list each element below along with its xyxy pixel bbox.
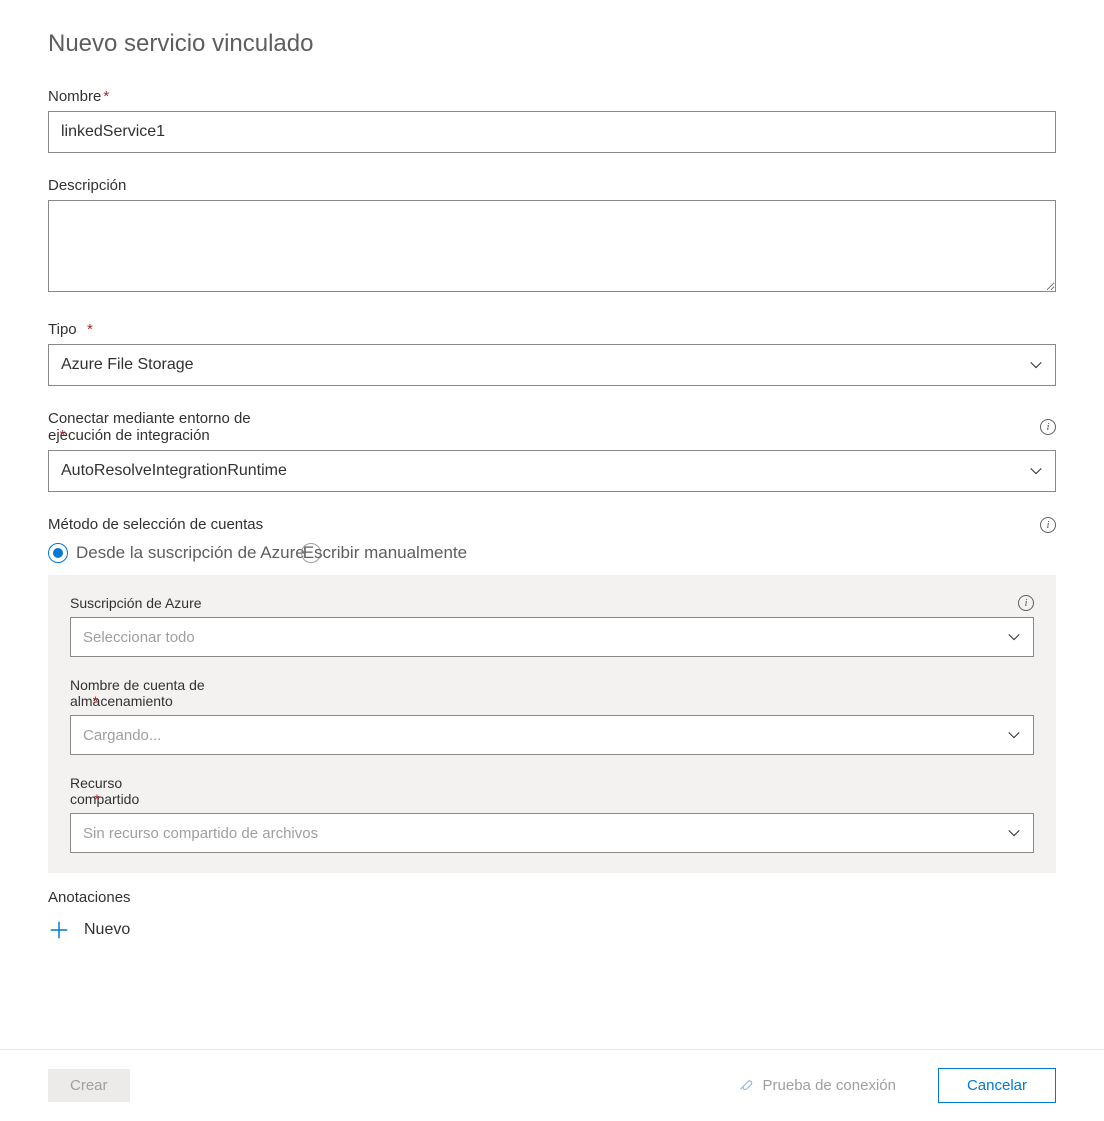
storage-account-field: Nombre de cuenta de almacenamiento* Carg… [70, 677, 1034, 755]
info-icon[interactable]: i [1040, 517, 1056, 533]
add-annotation-label: Nuevo [84, 921, 130, 939]
annotations-field: Anotaciones Nuevo [48, 889, 1056, 941]
info-icon[interactable]: i [1040, 419, 1056, 435]
radio-from-subscription-label: Desde la suscripción de Azure [76, 543, 305, 563]
description-input[interactable] [48, 200, 1056, 292]
name-label: Nombre* [48, 88, 109, 105]
chevron-down-icon [1007, 630, 1021, 644]
ir-select[interactable]: AutoResolveIntegrationRuntime [48, 450, 1056, 492]
cancel-button[interactable]: Cancelar [938, 1068, 1056, 1103]
plug-icon [737, 1077, 755, 1095]
chevron-down-icon [1007, 826, 1021, 840]
ir-label: Conectar mediante entorno de ejecución d… [48, 410, 272, 444]
subscription-field: Suscripción de Azure i Seleccionar todo [70, 595, 1034, 657]
file-share-field: Recurso compartido* Sin recurso comparti… [70, 775, 1034, 853]
annotations-label: Anotaciones [48, 889, 131, 906]
radio-checked-icon [48, 543, 68, 563]
file-share-select[interactable]: Sin recurso compartido de archivos [70, 813, 1034, 853]
storage-account-placeholder: Cargando... [83, 727, 161, 744]
subscription-select-placeholder: Seleccionar todo [83, 629, 195, 646]
description-label: Descripción [48, 177, 126, 194]
type-field: Tipo * Azure File Storage [48, 321, 1056, 386]
footer: Crear Prueba de conexión Cancelar [0, 1049, 1104, 1121]
account-method-label: Método de selección de cuentas [48, 516, 263, 533]
radio-manual-label: Escribir manualmente [303, 543, 467, 563]
type-select-value: Azure File Storage [61, 356, 194, 374]
description-field: Descripción [48, 177, 1056, 297]
subscription-select[interactable]: Seleccionar todo [70, 617, 1034, 657]
name-field: Nombre* [48, 88, 1056, 153]
storage-account-select[interactable]: Cargando... [70, 715, 1034, 755]
ir-field: Conectar mediante entorno de ejecución d… [48, 410, 1056, 492]
chevron-down-icon [1007, 728, 1021, 742]
radio-manual[interactable]: Escribir manualmente [301, 543, 467, 563]
test-connection-label: Prueba de conexión [763, 1077, 896, 1094]
ir-select-value: AutoResolveIntegrationRuntime [61, 462, 287, 480]
chevron-down-icon [1029, 464, 1043, 478]
type-label: Tipo * [48, 321, 93, 338]
account-method-field: Método de selección de cuentas i Desde l… [48, 516, 1056, 563]
file-share-label: Recurso compartido* [70, 775, 156, 807]
radio-from-subscription[interactable]: Desde la suscripción de Azure [48, 543, 305, 563]
file-share-placeholder: Sin recurso compartido de archivos [83, 825, 318, 842]
create-button[interactable]: Crear [48, 1069, 130, 1102]
chevron-down-icon [1029, 358, 1043, 372]
subscription-panel: Suscripción de Azure i Seleccionar todo … [48, 575, 1056, 873]
test-connection-button[interactable]: Prueba de conexión [715, 1069, 918, 1103]
name-input[interactable] [48, 111, 1056, 153]
info-icon[interactable]: i [1018, 595, 1034, 611]
page-title: Nuevo servicio vinculado [48, 30, 1056, 58]
type-select[interactable]: Azure File Storage [48, 344, 1056, 386]
plus-icon [48, 919, 70, 941]
storage-account-label: Nombre de cuenta de almacenamiento* [70, 677, 237, 709]
add-annotation-button[interactable]: Nuevo [48, 919, 1056, 941]
subscription-label: Suscripción de Azure [70, 595, 202, 611]
